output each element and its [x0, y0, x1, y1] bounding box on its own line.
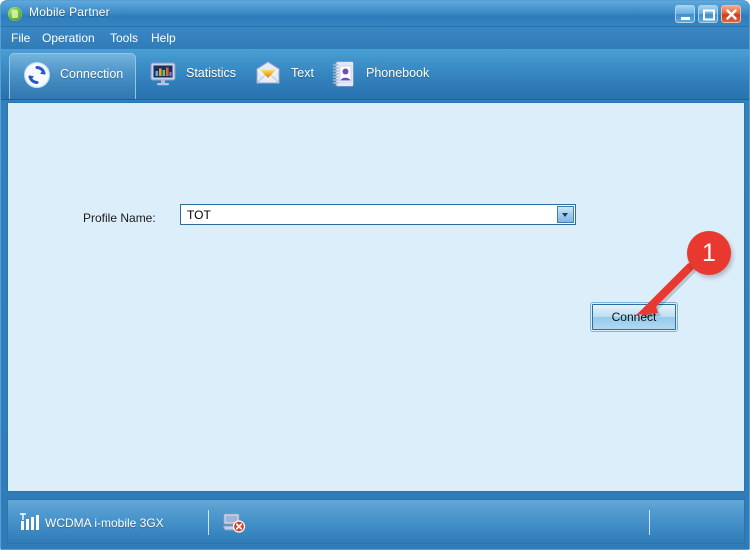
profile-name-combobox[interactable]: TOT [180, 204, 576, 225]
application-window: Mobile Partner File Operation Tools Help… [0, 0, 750, 550]
maximize-button[interactable] [698, 5, 718, 23]
text-envelope-icon [253, 60, 283, 88]
title-bar: Mobile Partner [1, 1, 749, 27]
menu-item-file[interactable]: File [6, 30, 35, 46]
phonebook-icon [328, 60, 358, 88]
annotation-step-badge: 1 [687, 231, 731, 275]
profile-name-label: Profile Name: [83, 211, 156, 225]
content-panel: Profile Name: TOT Connect 1 [7, 102, 745, 492]
toolbar-tab-statistics-label: Statistics [186, 66, 237, 80]
menu-item-operation[interactable]: Operation [37, 30, 100, 46]
connection-sync-icon [22, 61, 52, 89]
status-divider-1 [208, 510, 209, 535]
toolbar-tab-text-label: Text [291, 66, 314, 80]
chevron-down-icon[interactable] [557, 206, 574, 223]
menu-item-tools[interactable]: Tools [105, 30, 143, 46]
menu-bar: File Operation Tools Help [1, 27, 749, 49]
window-inner: Mobile Partner File Operation Tools Help… [1, 1, 749, 549]
status-divider-2 [649, 510, 650, 535]
connect-button[interactable]: Connect [590, 302, 678, 332]
profile-name-value: TOT [187, 208, 211, 222]
menu-item-help[interactable]: Help [146, 30, 181, 46]
network-operator-label: WCDMA i-mobile 3GX [45, 516, 164, 530]
toolbar-tab-connection[interactable]: Connection [9, 53, 136, 99]
toolbar-tab-statistics[interactable]: Statistics [136, 53, 241, 96]
toolbar-tab-text[interactable]: Text [241, 53, 316, 96]
status-bar: WCDMA i-mobile 3GX [7, 499, 745, 544]
statistics-monitor-icon [148, 60, 178, 88]
close-icon [726, 9, 737, 20]
minimize-button[interactable] [675, 5, 695, 23]
toolbar-tab-phonebook[interactable]: Phonebook [316, 53, 436, 96]
computer-disconnected-icon [222, 511, 246, 533]
maximize-icon [703, 9, 715, 21]
close-button[interactable] [721, 5, 741, 23]
toolbar-tab-phonebook-label: Phonebook [366, 66, 430, 80]
signal-bars-icon [18, 512, 42, 533]
minimize-icon [681, 17, 690, 20]
toolbar: Connection Statistics Text Phonebook [1, 49, 749, 100]
globe-green-icon [8, 7, 22, 21]
window-title: Mobile Partner [29, 5, 110, 19]
toolbar-tab-connection-label: Connection [60, 67, 124, 81]
